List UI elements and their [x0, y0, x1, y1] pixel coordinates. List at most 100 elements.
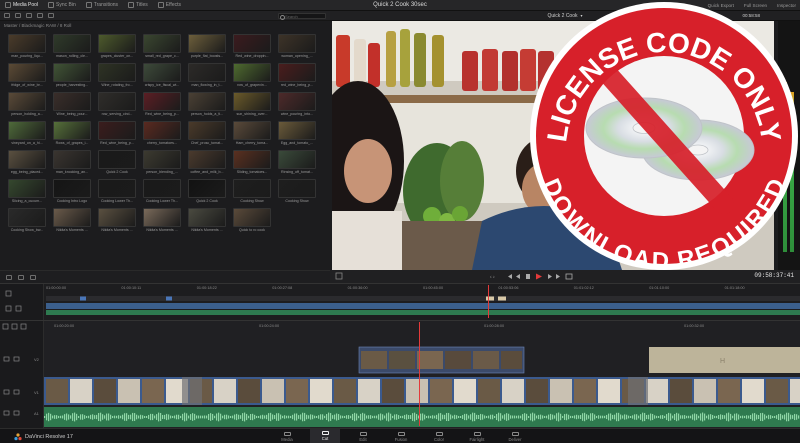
media-clip[interactable]: purple_flat_boosts...	[188, 34, 226, 63]
transitions-tab[interactable]: Transitions	[81, 0, 123, 11]
timeline-playhead[interactable]	[419, 322, 420, 426]
media-clip[interactable]: Cooking Lower Th...	[98, 179, 136, 208]
clip-label: crispy_ice_fiscal_wi...	[144, 83, 180, 87]
media-clip[interactable]: Sliding_tomatoes...	[233, 150, 271, 179]
clip-label: Cooking Lower Th...	[100, 199, 134, 203]
media-clip[interactable]: row_of_grapevin...	[233, 63, 271, 92]
media-clip[interactable]: man_pouring_liqu...	[8, 34, 46, 63]
media-clip[interactable]: egg_being_placed...	[8, 150, 46, 179]
media-clip[interactable]: row_serving_circl...	[98, 92, 136, 121]
media-clip[interactable]: vineyard_on_a_hi...	[8, 121, 46, 150]
thumbnail-view-icon[interactable]	[37, 13, 43, 18]
page-tab-edit[interactable]: Edit	[348, 429, 378, 443]
media-clip[interactable]: Cooking Show_bw...	[8, 208, 46, 237]
media-clip[interactable]: Nikita's Moments ...	[53, 208, 91, 237]
effects-tab[interactable]: Effects	[153, 0, 186, 11]
page-tab-label: Fusion	[394, 436, 408, 442]
media-clip[interactable]: red_wine_being_p...	[278, 63, 316, 92]
page-tab-deliver[interactable]: Deliver	[500, 429, 530, 443]
media-clip[interactable]: Cooking Intro Logo	[53, 179, 91, 208]
upper-playhead[interactable]	[488, 285, 489, 318]
media-clip[interactable]: Nikita's Moments ...	[98, 208, 136, 237]
import-media-icon[interactable]	[4, 13, 10, 18]
media-clip[interactable]: Rows_of_grapes_i...	[53, 121, 91, 150]
media-clip[interactable]: Nikita's Moments ...	[143, 208, 181, 237]
toggle-icon[interactable]	[6, 274, 12, 280]
media-clip[interactable]: Red_wine_being_p...	[98, 121, 136, 150]
media-clip[interactable]: person_holds_a_ti...	[188, 92, 226, 121]
media-clip[interactable]: woman_opening_...	[278, 34, 316, 63]
media-clip[interactable]: Red_wine_droppin...	[233, 34, 271, 63]
media-clip[interactable]: Wine_rotating_fro...	[98, 63, 136, 92]
ruler-tick: 01:00:00:00	[46, 286, 67, 290]
media-clip[interactable]: Red_wine_being_p...	[143, 92, 181, 121]
page-tab-label: Fairlight	[469, 436, 485, 442]
media-clip[interactable]: Chef_prosc_tomat...	[188, 121, 226, 150]
media-clip[interactable]: sun_shining_over...	[233, 92, 271, 121]
import-folder-icon[interactable]	[15, 13, 21, 18]
media-clip[interactable]: Rinsing_off_tomat...	[278, 150, 316, 179]
clip-label: Slicing_a_cucum...	[11, 199, 43, 203]
page-tab-label: Edit	[359, 436, 367, 442]
media-clip[interactable]: crispy_ice_fiscal_wi...	[143, 63, 181, 92]
grid-icon[interactable]	[30, 274, 36, 280]
page-tab-fairlight[interactable]: Fairlight	[462, 429, 492, 443]
ruler-tick: 01:00:28:00	[484, 324, 505, 328]
media-pool-tab[interactable]: Media Pool	[0, 0, 43, 11]
layout-icon[interactable]	[18, 274, 24, 280]
search-input[interactable]: Search	[278, 12, 326, 20]
media-clip[interactable]: Egg_and_tomato_...	[278, 121, 316, 150]
media-clip[interactable]: small_red_grape_c...	[143, 34, 181, 63]
track-label-v2: V2	[34, 357, 39, 362]
page-tab-cut[interactable]: Cut	[310, 429, 340, 443]
media-clip[interactable]: wine_pouring_into...	[278, 92, 316, 121]
page-tab-media[interactable]: Media	[272, 429, 302, 443]
timeline-ruler[interactable]: 01:00:20:00 01:00:24:00 01:00:28:00 01:00:3…	[44, 324, 800, 332]
clip-thumbnail	[98, 63, 136, 82]
clip-thumbnail	[8, 179, 46, 198]
titles-tab[interactable]: Titles	[123, 0, 153, 11]
media-clip[interactable]: fridge_of_wine_br...	[8, 63, 46, 92]
media-clip[interactable]: people_harvesting...	[53, 63, 91, 92]
media-clip[interactable]: Cooking Lower Th...	[143, 179, 181, 208]
clip-thumbnail	[188, 150, 226, 169]
upper-timeline-ruler[interactable]: 01:00:00:00 01:00:10:11 01:00:18:22 01:00:2…	[46, 286, 800, 293]
sync-bin-tab[interactable]: Sync Bin	[43, 0, 81, 11]
clip-thumbnail	[8, 63, 46, 82]
ruler-tick: 01:00:24:00	[259, 324, 280, 328]
page-tab-color[interactable]: Color	[424, 429, 454, 443]
media-clip[interactable]: Quick to ro cook	[233, 208, 271, 237]
sort-icon[interactable]	[48, 13, 54, 18]
timeline-track-headers: V2 V1 A1	[0, 321, 44, 429]
main-timeline[interactable]: V2 V1 A1 01:00:20:00 01:00:24:00 01:00:28:…	[0, 320, 800, 429]
upper-timeline[interactable]: 01:00:00:00 01:00:10:11 01:00:18:22 01:00:2…	[0, 283, 800, 321]
media-clip[interactable]: mason_rolling_cle...	[53, 34, 91, 63]
page-tab-label: Color	[433, 436, 444, 442]
track-label-a1: A1	[34, 411, 39, 416]
page-tab-fusion[interactable]: Fusion	[386, 429, 416, 443]
media-clip[interactable]: man_knocking_an...	[53, 150, 91, 179]
media-clip[interactable]: coffee_and_milk_b...	[188, 150, 226, 179]
media-pool-icon	[5, 2, 11, 8]
media-clip[interactable]: person_blending_...	[143, 150, 181, 179]
clip-label: row_serving_circl...	[101, 112, 133, 116]
color-page-icon	[435, 431, 443, 436]
media-clip[interactable]: cherry_tomatoes...	[143, 121, 181, 150]
media-clip[interactable]: Cooking Show	[278, 179, 316, 208]
clip-thumbnail	[53, 63, 91, 82]
media-clip[interactable]: Slicing_a_cucum...	[8, 179, 46, 208]
media-clip[interactable]: man_flowing_in_t...	[188, 63, 226, 92]
ruler-tick: 01:01:10:00	[649, 286, 670, 290]
media-clip[interactable]: Quick 2 Cook	[98, 150, 136, 179]
clip-thumbnail	[278, 121, 316, 140]
media-clip[interactable]: person_holding_a...	[8, 92, 46, 121]
media-clip[interactable]: Cooking Show	[233, 179, 271, 208]
media-clip[interactable]: Quick 2 Cook	[188, 179, 226, 208]
media-clip[interactable]: grapes_cluster_on...	[98, 34, 136, 63]
clip-label: Cooking Show	[240, 199, 264, 203]
clip-label: cherry_tomatoes...	[147, 141, 177, 145]
media-clip[interactable]: Nikita's Moments ...	[188, 208, 226, 237]
list-view-icon[interactable]	[26, 13, 32, 18]
media-clip[interactable]: Ham_cherry_toma...	[233, 121, 271, 150]
media-clip[interactable]: Wine_being_pour...	[53, 92, 91, 121]
